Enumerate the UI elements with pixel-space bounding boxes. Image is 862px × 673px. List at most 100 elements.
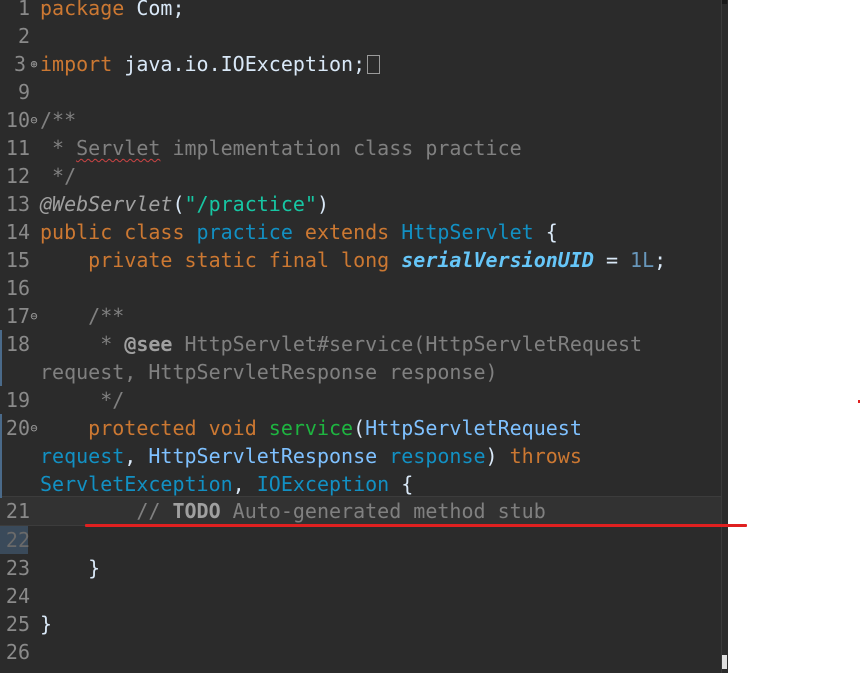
fold-collapse-icon[interactable]: ⊖	[28, 106, 40, 134]
code-line-15[interactable]: 15 private static final long serialVersi…	[0, 246, 721, 274]
keyword: public class	[40, 220, 185, 244]
scrollbar-thumb[interactable]	[722, 0, 727, 4]
line-number: 1	[17, 0, 30, 20]
type-name: IOException	[256, 472, 390, 496]
spellcheck-word: Servlet	[76, 136, 161, 160]
scrollbar-marker	[722, 655, 727, 669]
type-name: ServletException	[40, 472, 233, 496]
doc-comment: */	[40, 164, 77, 188]
doc-comment: /**	[40, 304, 125, 328]
line-number: 20	[5, 416, 30, 440]
paren: )	[316, 192, 329, 216]
semicolon: ;	[654, 248, 667, 272]
code-line-25[interactable]: 25 }	[0, 610, 721, 638]
code-line-16[interactable]: 16	[0, 274, 721, 302]
fold-collapse-icon[interactable]: ⊖	[28, 414, 40, 442]
code-line-20-wrap-1[interactable]: request, HttpServletResponse response) t…	[0, 442, 721, 470]
code-line-10[interactable]: 10 ⊖ /**	[0, 106, 721, 134]
type-name: HttpServlet	[401, 220, 534, 244]
import-statement: java.io.IOException;	[112, 52, 366, 76]
line-number: 11	[5, 136, 30, 160]
code-line-2[interactable]: 2	[0, 22, 721, 50]
parameter-name: response	[389, 444, 486, 468]
code-line-11[interactable]: 11 * Servlet implementation class practi…	[0, 134, 721, 162]
code-line-18[interactable]: 18 * @see HttpServlet#service(HttpServle…	[0, 330, 721, 358]
code-line-26[interactable]: 26	[0, 638, 721, 666]
paren: (	[353, 416, 366, 440]
paren: )	[485, 444, 510, 468]
doc-comment: */	[40, 388, 125, 412]
code-line-14[interactable]: 14 public class practice extends HttpSer…	[0, 218, 721, 246]
comma: ,	[124, 444, 149, 468]
type-name: HttpServletRequest	[365, 416, 582, 440]
brace: }	[40, 612, 53, 636]
keyword: throws	[509, 444, 582, 468]
fold-collapse-icon[interactable]: ⊖	[28, 302, 40, 330]
line-number: 18	[5, 332, 30, 356]
doc-comment: *	[40, 136, 77, 160]
annotation: @WebServlet	[40, 192, 173, 216]
keyword: protected void	[88, 416, 257, 440]
field-name: serialVersionUID	[401, 248, 594, 272]
package-name: Com;	[124, 0, 185, 20]
code-line-12[interactable]: 12 */	[0, 162, 721, 190]
line-number: 22	[5, 528, 30, 552]
doc-comment: *	[40, 332, 125, 356]
paren: (	[172, 192, 185, 216]
line-number: 24	[5, 584, 30, 608]
vertical-scrollbar[interactable]	[721, 0, 728, 673]
code-line-22[interactable]: 22	[0, 526, 721, 554]
doc-comment: /**	[40, 108, 77, 132]
fold-expand-icon[interactable]: ⊕	[28, 50, 40, 78]
keyword: extends	[304, 220, 390, 244]
code-line-17[interactable]: 17 ⊖ /**	[0, 302, 721, 330]
javadoc-tag: @see	[124, 332, 173, 356]
code-line-3[interactable]: 3 ⊕ import java.io.IOException;	[0, 50, 721, 78]
doc-comment: HttpServlet#service(HttpServletRequest	[172, 332, 643, 356]
line-number: 13	[5, 192, 30, 216]
line-number: 23	[5, 556, 30, 580]
change-marker	[0, 414, 2, 498]
line-comment: //	[136, 499, 173, 523]
code-line-19[interactable]: 19 */	[0, 386, 721, 414]
code-editor[interactable]: 1 package Com; 2 3 ⊕ import java.io.IOEx…	[0, 0, 727, 673]
brace: {	[389, 472, 414, 496]
comma: ,	[232, 472, 257, 496]
code-line-9[interactable]: 9	[0, 78, 721, 106]
class-name: practice	[196, 220, 293, 244]
code-line-1[interactable]: 1 package Com;	[0, 0, 721, 22]
type-name: HttpServletResponse	[148, 444, 378, 468]
line-number: 25	[5, 612, 30, 636]
red-annotation-underline	[85, 524, 747, 527]
code-line-18-wrap[interactable]: request, HttpServletResponse response)	[0, 358, 721, 386]
line-number: 16	[5, 276, 30, 300]
line-number: 12	[5, 164, 30, 188]
collapsed-block-icon[interactable]	[367, 55, 381, 74]
line-number: 2	[17, 24, 30, 48]
method-name: service	[268, 416, 354, 440]
brace: {	[533, 220, 558, 244]
line-number: 14	[5, 220, 30, 244]
change-marker	[0, 330, 2, 386]
brace: }	[40, 556, 101, 580]
code-line-20[interactable]: 20 ⊖ protected void service(HttpServletR…	[0, 414, 721, 442]
code-line-13[interactable]: 13 @WebServlet("/practice")	[0, 190, 721, 218]
line-number: 15	[5, 248, 30, 272]
line-number: 3	[13, 52, 26, 76]
code-line-20-wrap-2[interactable]: ServletException, IOException {	[0, 470, 721, 498]
red-annotation-dot	[858, 400, 860, 403]
todo-tag: TODO	[172, 499, 221, 523]
code-line-24[interactable]: 24	[0, 582, 721, 610]
line-number: 10	[5, 108, 30, 132]
line-comment: Auto-generated method stub	[220, 499, 546, 523]
line-number: 9	[17, 80, 30, 104]
line-number: 17	[5, 304, 30, 328]
code-line-21[interactable]: 21 // TODO Auto-generated method stub	[0, 496, 721, 526]
parameter-name: request	[40, 444, 125, 468]
code-line-23[interactable]: 23 }	[0, 554, 721, 582]
